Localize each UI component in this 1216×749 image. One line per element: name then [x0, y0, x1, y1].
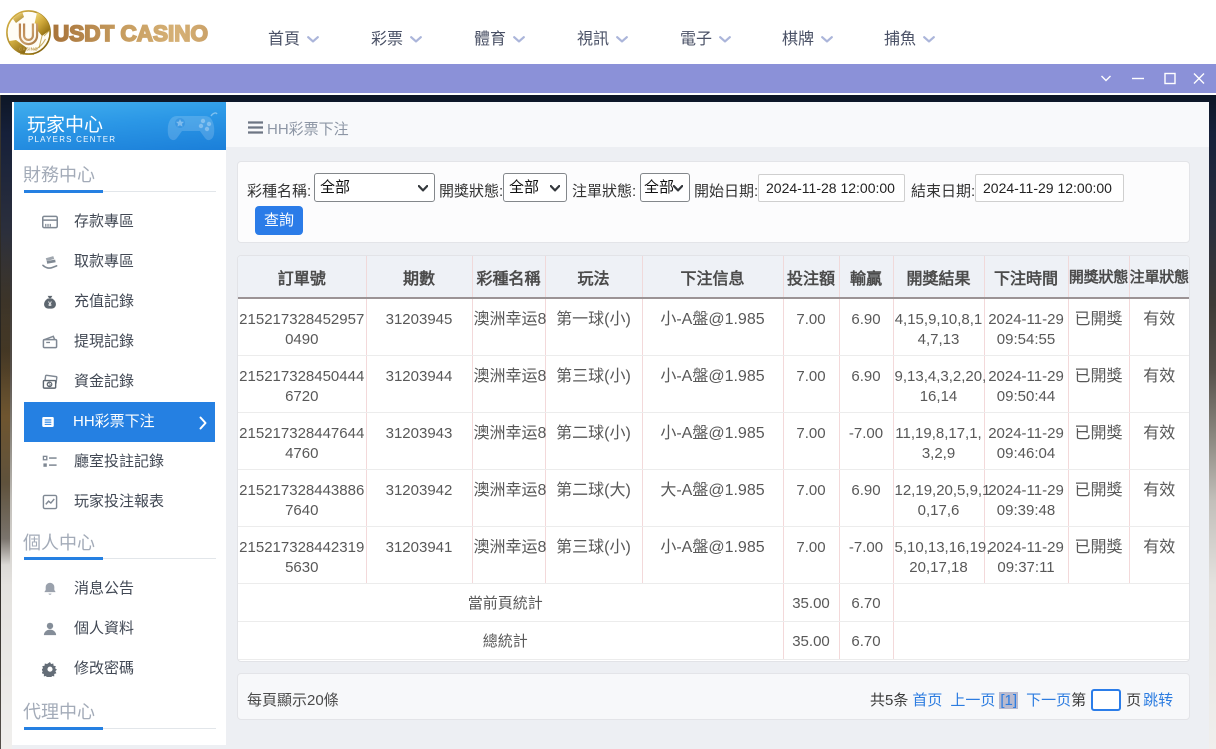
svg-text:CASINO: CASINO: [19, 47, 38, 52]
svg-text:$: $: [48, 382, 51, 388]
svg-text:¥: ¥: [48, 301, 52, 308]
svg-text:USDT CASINO: USDT CASINO: [53, 21, 208, 46]
